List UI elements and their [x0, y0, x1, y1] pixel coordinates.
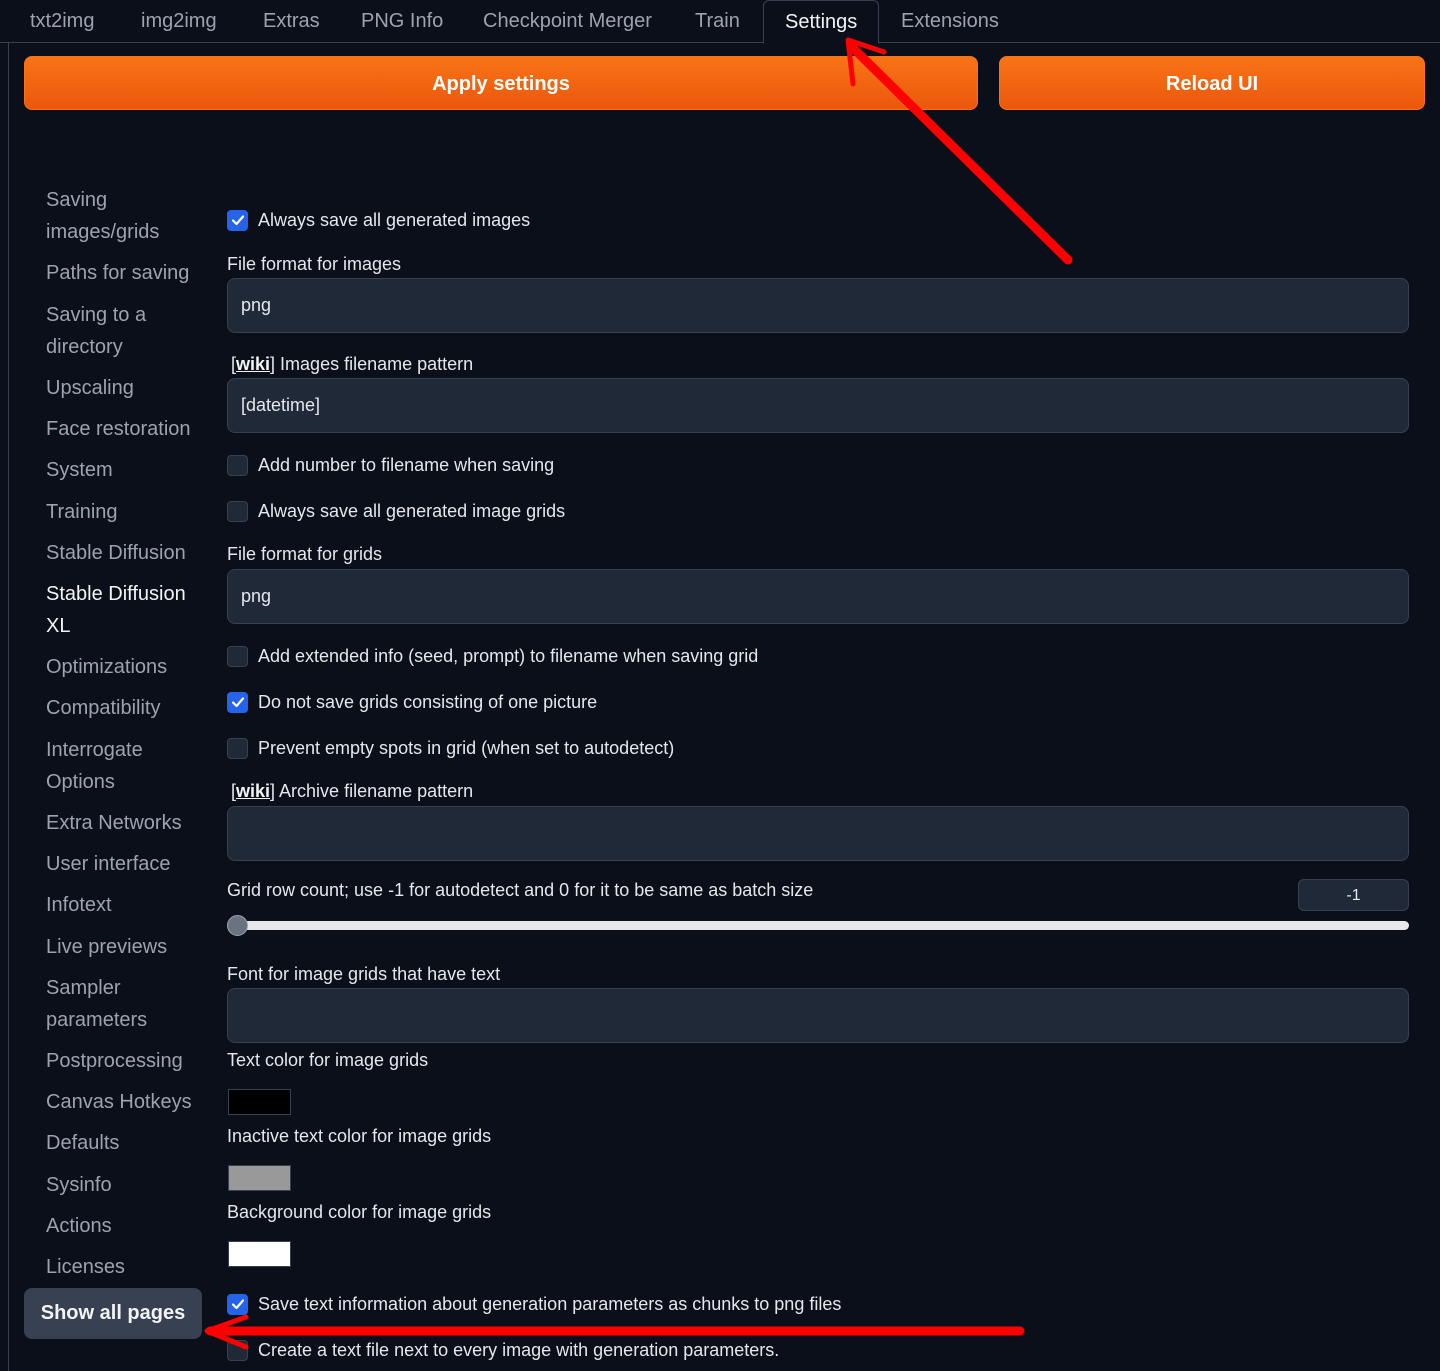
text-color-label: Text color for image grids — [227, 1050, 429, 1070]
grid-font-input[interactable] — [227, 988, 1409, 1043]
tab-checkpoint-merger[interactable]: Checkpoint Merger — [483, 0, 652, 43]
create-txt-checkbox[interactable] — [227, 1339, 248, 1361]
sidebar-item-interrogate-options[interactable]: Interrogate Options — [46, 734, 166, 798]
file-format-grids-input[interactable]: png — [227, 569, 1409, 624]
sidebar-item-canvas-hotkeys[interactable]: Canvas Hotkeys — [46, 1086, 192, 1118]
tab-extensions[interactable]: Extensions — [901, 0, 999, 43]
text-color-picker[interactable] — [228, 1089, 291, 1115]
add-extended-info-label: Add extended info (seed, prompt) to file… — [258, 645, 759, 666]
sidebar-item-paths-for-saving[interactable]: Paths for saving — [46, 257, 189, 289]
sidebar-item-training[interactable]: Training — [46, 496, 118, 528]
tab-png-info[interactable]: PNG Info — [361, 0, 443, 43]
sidebar-item-live-previews[interactable]: Live previews — [46, 931, 167, 963]
tab-txt2img[interactable]: txt2img — [30, 0, 94, 43]
background-color-label: Background color for image grids — [227, 1202, 492, 1222]
sidebar-item-postprocessing[interactable]: Postprocessing — [46, 1045, 183, 1077]
apply-settings-button[interactable]: Apply settings — [24, 56, 978, 110]
always-save-images-label: Always save all generated images — [258, 209, 531, 230]
check-icon — [231, 215, 244, 226]
tab-bar: txt2img img2img Extras PNG Info Checkpoi… — [0, 0, 1440, 44]
sidebar-item-optimizations[interactable]: Optimizations — [46, 651, 167, 683]
grid-row-count-slider-thumb[interactable] — [227, 915, 248, 936]
sidebar-item-extra-networks[interactable]: Extra Networks — [46, 807, 182, 839]
reload-ui-button[interactable]: Reload UI — [999, 56, 1425, 110]
sidebar-item-system[interactable]: System — [46, 454, 113, 486]
images-filename-pattern-label-row: [wiki] Images filename pattern — [231, 354, 474, 374]
prevent-empty-spots-checkbox[interactable] — [227, 737, 248, 759]
setting-always-save-grids: Always save all generated image grids — [227, 499, 565, 523]
sidebar-item-actions[interactable]: Actions — [46, 1210, 112, 1242]
sidebar-item-user-interface[interactable]: User interface — [46, 848, 171, 880]
sidebar-item-upscaling[interactable]: Upscaling — [46, 372, 134, 404]
add-number-label: Add number to filename when saving — [258, 454, 555, 475]
add-number-checkbox[interactable] — [227, 454, 248, 476]
always-save-grids-checkbox[interactable] — [227, 500, 248, 522]
sidebar-item-face-restoration[interactable]: Face restoration — [46, 413, 191, 445]
sidebar-item-defaults[interactable]: Defaults — [46, 1127, 119, 1159]
always-save-images-checkbox[interactable] — [227, 209, 248, 231]
file-format-grids-label: File format for grids — [227, 544, 383, 564]
wiki-link[interactable]: wiki — [236, 354, 270, 374]
sidebar-item-sysinfo[interactable]: Sysinfo — [46, 1169, 112, 1201]
sidebar-item-sampler-parameters[interactable]: Sampler parameters — [46, 972, 166, 1036]
add-extended-info-checkbox[interactable] — [227, 645, 248, 667]
check-icon — [231, 1299, 244, 1310]
images-filename-pattern-input[interactable]: [datetime] — [227, 378, 1409, 433]
tab-extras[interactable]: Extras — [263, 0, 320, 43]
tab-img2img[interactable]: img2img — [141, 0, 217, 43]
save-pnginfo-label: Save text information about generation p… — [258, 1293, 842, 1314]
archive-filename-pattern-label: Archive filename pattern — [279, 781, 474, 801]
grid-row-count-label: Grid row count; use -1 for autodetect an… — [227, 880, 814, 900]
setting-prevent-empty-spots: Prevent empty spots in grid (when set to… — [227, 736, 674, 760]
tab-train[interactable]: Train — [695, 0, 740, 43]
no-single-grids-checkbox[interactable] — [227, 691, 248, 713]
create-txt-label: Create a text file next to every image w… — [258, 1339, 780, 1360]
sidebar-item-infotext[interactable]: Infotext — [46, 889, 112, 921]
save-pnginfo-checkbox[interactable] — [227, 1293, 248, 1315]
no-single-grids-label: Do not save grids consisting of one pict… — [258, 691, 598, 712]
always-save-grids-label: Always save all generated image grids — [258, 500, 566, 521]
archive-filename-pattern-input[interactable] — [227, 806, 1409, 861]
images-filename-pattern-label: Images filename pattern — [280, 354, 474, 374]
sidebar-item-compatibility[interactable]: Compatibility — [46, 692, 160, 724]
setting-add-extended-info: Add extended info (seed, prompt) to file… — [227, 644, 758, 668]
setting-always-save-images: Always save all generated images — [227, 208, 530, 232]
grid-row-count-number-input[interactable]: -1 — [1298, 879, 1409, 911]
file-format-images-input[interactable]: png — [227, 278, 1409, 333]
show-all-pages-button[interactable]: Show all pages — [24, 1288, 202, 1339]
sidebar-item-stable-diffusion[interactable]: Stable Diffusion — [46, 537, 186, 569]
sidebar-item-licenses[interactable]: Licenses — [46, 1251, 125, 1283]
setting-no-single-grids: Do not save grids consisting of one pict… — [227, 690, 597, 714]
sidebar-item-saving-to-directory[interactable]: Saving to a directory — [46, 299, 176, 363]
setting-create-txt: Create a text file next to every image w… — [227, 1338, 779, 1362]
tab-settings[interactable]: Settings — [763, 0, 880, 44]
background-color-picker[interactable] — [228, 1241, 291, 1267]
file-format-images-label: File format for images — [227, 254, 402, 274]
setting-save-pnginfo: Save text information about generation p… — [227, 1292, 841, 1316]
archive-filename-pattern-label-row: [wiki] Archive filename pattern — [231, 781, 474, 801]
check-icon — [231, 697, 244, 708]
grid-font-label: Font for image grids that have text — [227, 964, 501, 984]
setting-add-number: Add number to filename when saving — [227, 453, 554, 477]
inactive-text-color-label: Inactive text color for image grids — [227, 1126, 492, 1146]
wiki-link[interactable]: wiki — [236, 781, 270, 801]
inactive-text-color-picker[interactable] — [228, 1165, 291, 1191]
grid-row-count-slider[interactable] — [228, 921, 1409, 930]
sidebar-item-stable-diffusion-xl[interactable]: Stable Diffusion XL — [46, 578, 196, 642]
prevent-empty-spots-label: Prevent empty spots in grid (when set to… — [258, 737, 675, 758]
settings-panel — [8, 43, 1440, 1371]
sidebar-item-saving-images-grids[interactable]: Saving images/grids — [46, 184, 196, 248]
